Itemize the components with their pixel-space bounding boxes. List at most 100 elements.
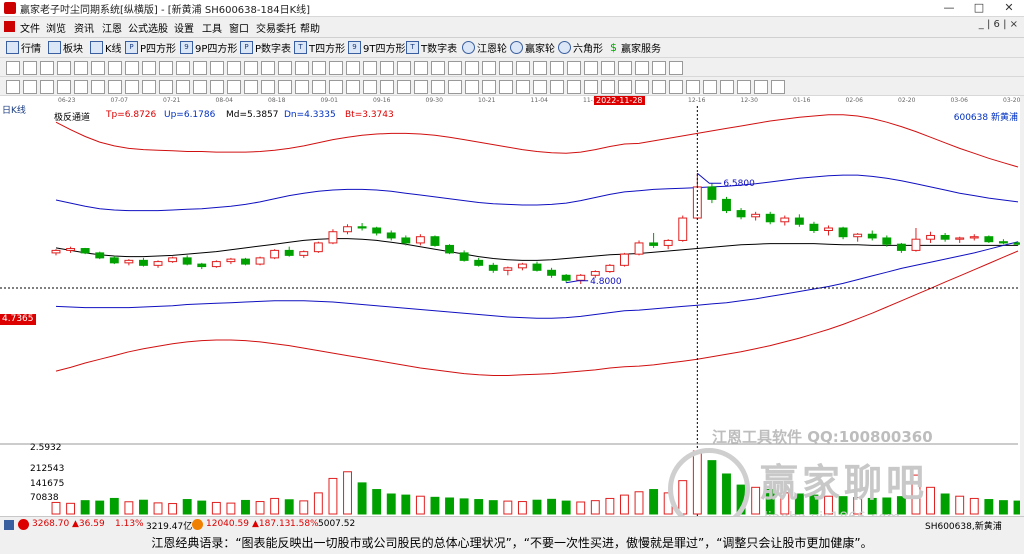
drawing-tool-icon[interactable] (74, 61, 88, 75)
toolbar-kline[interactable]: K线 (90, 40, 122, 55)
drawing-tool-icon[interactable] (210, 61, 224, 75)
toolbar-service[interactable]: $ 赢家服务 (608, 40, 661, 55)
analysis-tool-icon[interactable] (686, 80, 700, 94)
analysis-tool-icon[interactable] (6, 80, 20, 94)
analysis-tool-icon[interactable] (193, 80, 207, 94)
drawing-tool-icon[interactable] (618, 61, 632, 75)
drawing-tool-icon[interactable] (312, 61, 326, 75)
analysis-tool-icon[interactable] (227, 80, 241, 94)
analysis-tool-icon[interactable] (244, 80, 258, 94)
analysis-tool-icon[interactable] (363, 80, 377, 94)
toolbar-9t-square[interactable]: 9 9T四方形 (348, 40, 405, 55)
drawing-tool-icon[interactable] (6, 61, 20, 75)
close-button[interactable]: ✕ (994, 0, 1024, 16)
drawing-tool-icon[interactable] (295, 61, 309, 75)
drawing-tool-icon[interactable] (652, 61, 666, 75)
analysis-tool-icon[interactable] (159, 80, 173, 94)
drawing-tool-icon[interactable] (193, 61, 207, 75)
menu-file[interactable]: 文件 (20, 20, 40, 35)
drawing-tool-icon[interactable] (380, 61, 394, 75)
toolbar-quotes[interactable]: 行情 (6, 40, 41, 55)
analysis-tool-icon[interactable] (703, 80, 717, 94)
drawing-tool-icon[interactable] (23, 61, 37, 75)
menu-formula[interactable]: 公式选股 (128, 20, 168, 35)
vertical-scrollbar[interactable] (1020, 96, 1024, 516)
menu-settings[interactable]: 设置 (174, 20, 194, 35)
analysis-tool-icon[interactable] (380, 80, 394, 94)
drawing-tool-icon[interactable] (329, 61, 343, 75)
analysis-tool-icon[interactable] (635, 80, 649, 94)
analysis-tool-icon[interactable] (584, 80, 598, 94)
drawing-tool-icon[interactable] (448, 61, 462, 75)
toolbar-t-table[interactable]: T T数字表 (406, 40, 457, 55)
analysis-tool-icon[interactable] (74, 80, 88, 94)
drawing-tool-icon[interactable] (584, 61, 598, 75)
drawing-tool-icon[interactable] (261, 61, 275, 75)
drawing-tool-icon[interactable] (363, 61, 377, 75)
drawing-tool-icon[interactable] (159, 61, 173, 75)
analysis-tool-icon[interactable] (482, 80, 496, 94)
drawing-tool-icon[interactable] (499, 61, 513, 75)
drawing-tool-icon[interactable] (397, 61, 411, 75)
drawing-tool-icon[interactable] (57, 61, 71, 75)
analysis-tool-icon[interactable] (312, 80, 326, 94)
toolbar-hexagon[interactable]: 六角形 (558, 40, 603, 55)
analysis-tool-icon[interactable] (176, 80, 190, 94)
drawing-tool-icon[interactable] (91, 61, 105, 75)
drawing-tool-icon[interactable] (244, 61, 258, 75)
drawing-tool-icon[interactable] (346, 61, 360, 75)
menu-gann[interactable]: 江恩 (102, 20, 122, 35)
analysis-tool-icon[interactable] (669, 80, 683, 94)
drawing-tool-icon[interactable] (414, 61, 428, 75)
analysis-tool-icon[interactable] (567, 80, 581, 94)
analysis-tool-icon[interactable] (499, 80, 513, 94)
analysis-tool-icon[interactable] (414, 80, 428, 94)
grid-icon[interactable] (4, 520, 14, 530)
toolbar-9p-square[interactable]: 9 9P四方形 (180, 40, 237, 55)
analysis-tool-icon[interactable] (210, 80, 224, 94)
analysis-tool-icon[interactable] (57, 80, 71, 94)
mdi-controls[interactable]: _ | 6 | × (979, 19, 1018, 30)
analysis-tool-icon[interactable] (108, 80, 122, 94)
drawing-tool-icon[interactable] (465, 61, 479, 75)
toolbar-p-table[interactable]: P P数字表 (240, 40, 291, 55)
drawing-tool-icon[interactable] (176, 61, 190, 75)
analysis-tool-icon[interactable] (278, 80, 292, 94)
analysis-tool-icon[interactable] (516, 80, 530, 94)
menu-browse[interactable]: 浏览 (46, 20, 66, 35)
analysis-tool-icon[interactable] (397, 80, 411, 94)
toolbar-p-square[interactable]: P P四方形 (125, 40, 176, 55)
toolbar-winner-wheel[interactable]: 赢家轮 (510, 40, 555, 55)
analysis-tool-icon[interactable] (618, 80, 632, 94)
analysis-tool-icon[interactable] (771, 80, 785, 94)
analysis-tool-icon[interactable] (40, 80, 54, 94)
analysis-tool-icon[interactable] (754, 80, 768, 94)
analysis-tool-icon[interactable] (550, 80, 564, 94)
analysis-tool-icon[interactable] (329, 80, 343, 94)
analysis-tool-icon[interactable] (737, 80, 751, 94)
menu-trade[interactable]: 交易委托 (256, 20, 296, 35)
analysis-tool-icon[interactable] (295, 80, 309, 94)
analysis-tool-icon[interactable] (533, 80, 547, 94)
drawing-tool-icon[interactable] (482, 61, 496, 75)
drawing-tool-icon[interactable] (533, 61, 547, 75)
analysis-tool-icon[interactable] (23, 80, 37, 94)
drawing-tool-icon[interactable] (142, 61, 156, 75)
analysis-tool-icon[interactable] (465, 80, 479, 94)
analysis-tool-icon[interactable] (261, 80, 275, 94)
toolbar-t-square[interactable]: T T四方形 (294, 40, 345, 55)
analysis-tool-icon[interactable] (142, 80, 156, 94)
drawing-tool-icon[interactable] (635, 61, 649, 75)
menu-window[interactable]: 窗口 (229, 20, 249, 35)
drawing-tool-icon[interactable] (125, 61, 139, 75)
analysis-tool-icon[interactable] (720, 80, 734, 94)
toolbar-sectors[interactable]: 板块 (48, 40, 83, 55)
drawing-tool-icon[interactable] (516, 61, 530, 75)
drawing-tool-icon[interactable] (431, 61, 445, 75)
analysis-tool-icon[interactable] (125, 80, 139, 94)
analysis-tool-icon[interactable] (448, 80, 462, 94)
analysis-tool-icon[interactable] (346, 80, 360, 94)
analysis-tool-icon[interactable] (652, 80, 666, 94)
drawing-tool-icon[interactable] (40, 61, 54, 75)
menu-help[interactable]: 帮助 (300, 20, 320, 35)
